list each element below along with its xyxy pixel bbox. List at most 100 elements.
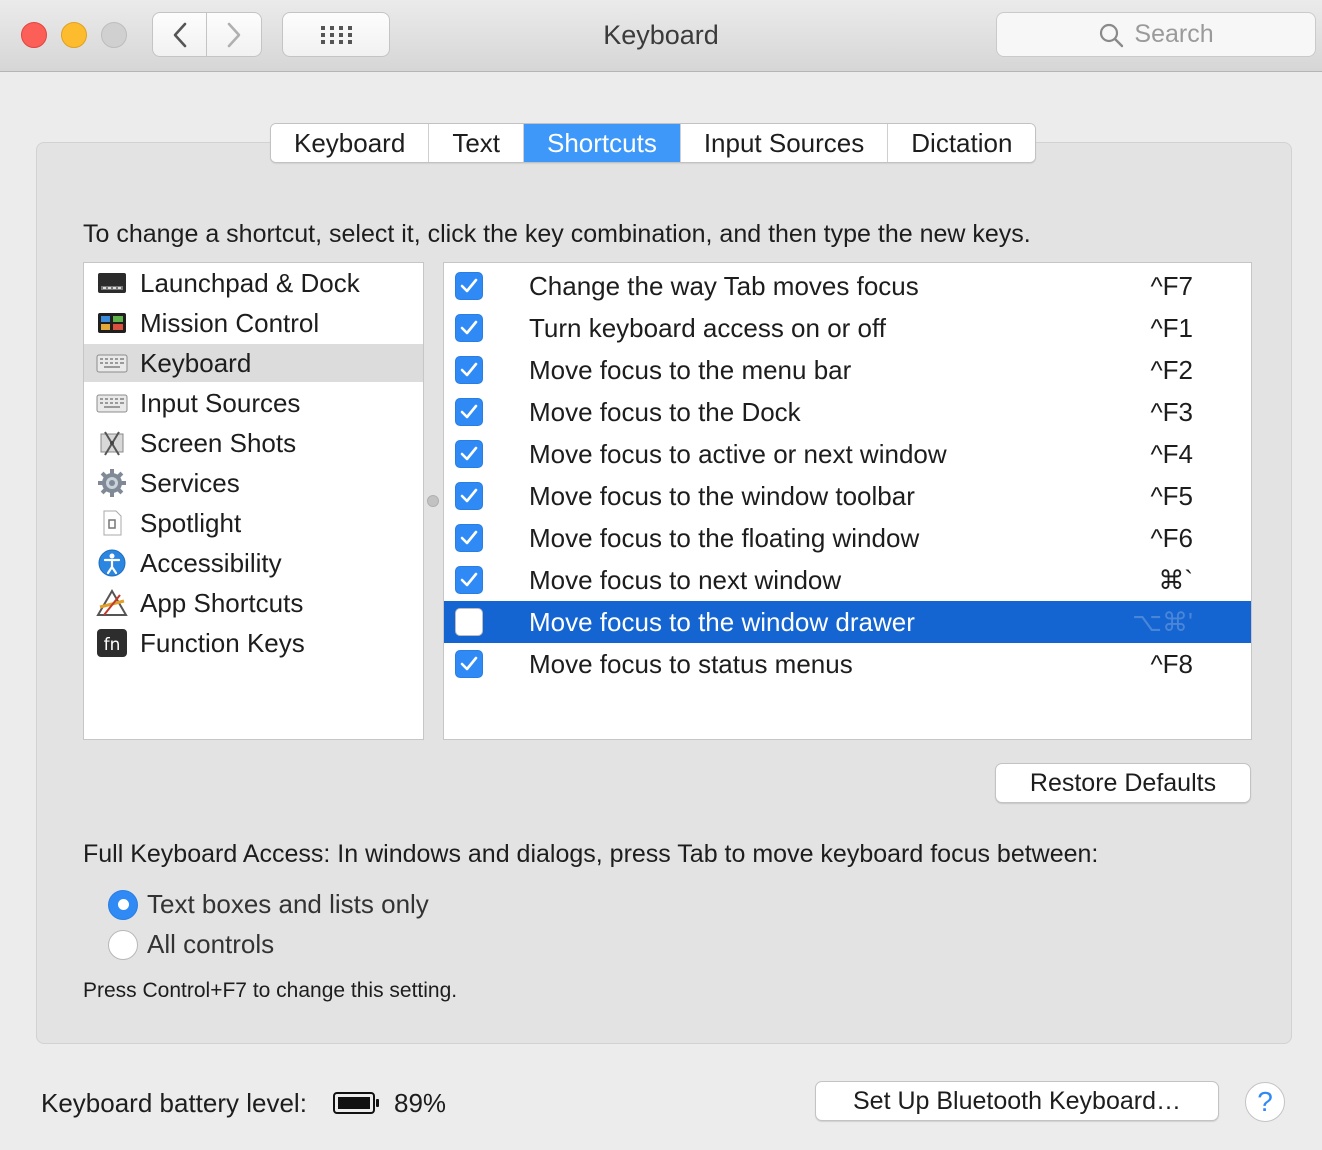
category-label: Services [140, 467, 240, 498]
shortcut-label: Move focus to the window drawer [529, 606, 915, 637]
category-label: Keyboard [140, 347, 252, 378]
search-icon [1100, 23, 1124, 47]
shortcut-list: Change the way Tab moves focus ^F7 Turn … [443, 262, 1252, 740]
radio-text-boxes-lists[interactable]: Text boxes and lists only [108, 889, 429, 920]
set-up-bluetooth-keyboard-button[interactable]: Set Up Bluetooth Keyboard… [815, 1081, 1219, 1121]
shortcut-row[interactable]: Change the way Tab moves focus ^F7 [444, 265, 1251, 307]
category-spotlight[interactable]: Spotlight [84, 504, 423, 542]
svg-text:fn: fn [104, 635, 121, 655]
shortcut-row[interactable]: Move focus to the Dock ^F3 [444, 391, 1251, 433]
tab-keyboard[interactable]: Keyboard [271, 124, 430, 162]
tab-shortcuts[interactable]: Shortcuts [524, 124, 681, 162]
category-label: Input Sources [140, 387, 301, 418]
help-button[interactable]: ? [1245, 1082, 1285, 1122]
search-field[interactable]: Search [996, 12, 1316, 57]
hint-text: Press Control+F7 to change this setting. [83, 979, 458, 1002]
tab-bar: Keyboard Text Shortcuts Input Sources Di… [270, 123, 1037, 163]
shortcut-checkbox[interactable] [455, 398, 483, 426]
category-label: Mission Control [140, 307, 320, 338]
shortcut-key[interactable]: ^F2 [1150, 355, 1193, 386]
split-view-handle[interactable] [427, 495, 439, 507]
shortcut-label: Change the way Tab moves focus [529, 270, 919, 301]
checkmark-icon [460, 446, 478, 461]
restore-defaults-button[interactable]: Restore Defaults [995, 763, 1251, 803]
checkmark-icon [460, 488, 478, 503]
shortcut-key[interactable]: ^F4 [1150, 439, 1193, 470]
category-keyboard[interactable]: Keyboard [84, 344, 423, 382]
category-list: Launchpad & Dock Mission Control Keyboar… [83, 262, 424, 740]
shortcut-row[interactable]: Move focus to the menu bar ^F2 [444, 349, 1251, 391]
category-app-shortcuts[interactable]: App Shortcuts [84, 584, 423, 622]
checkmark-icon [460, 362, 478, 377]
services-gear-icon [96, 468, 128, 498]
search-placeholder: Search [1134, 20, 1214, 48]
shortcut-checkbox[interactable] [455, 482, 483, 510]
category-label: App Shortcuts [140, 587, 304, 618]
shortcut-key[interactable]: ^F3 [1150, 397, 1193, 428]
radio-all-controls[interactable]: All controls [108, 929, 274, 960]
checkmark-icon [460, 320, 478, 335]
shortcut-key[interactable]: ^F8 [1150, 649, 1193, 680]
shortcut-row[interactable]: Move focus to active or next window ^F4 [444, 433, 1251, 475]
shortcut-key[interactable]: ^F5 [1150, 481, 1193, 512]
keyboard-icon [96, 348, 128, 378]
checkmark-icon [460, 278, 478, 293]
shortcut-checkbox[interactable] [455, 314, 483, 342]
shortcut-key[interactable]: ⌥⌘' [1132, 607, 1193, 638]
shortcut-row[interactable]: Move focus to next window ⌘` [444, 559, 1251, 601]
shortcut-label: Move focus to active or next window [529, 438, 947, 469]
category-services[interactable]: Services [84, 464, 423, 502]
tab-dictation[interactable]: Dictation [888, 124, 1036, 162]
shortcut-checkbox[interactable] [455, 608, 483, 636]
category-function-keys[interactable]: fn Function Keys [84, 624, 423, 662]
tab-text[interactable]: Text [429, 124, 524, 162]
input-sources-icon [96, 388, 128, 418]
spotlight-icon [96, 508, 128, 538]
shortcut-row[interactable]: Move focus to status menus ^F8 [444, 643, 1251, 685]
shortcut-label: Move focus to the floating window [529, 522, 920, 553]
category-input-sources[interactable]: Input Sources [84, 384, 423, 422]
category-label: Screen Shots [140, 427, 297, 458]
shortcut-checkbox[interactable] [455, 650, 483, 678]
shortcut-row[interactable]: Move focus to the floating window ^F6 [444, 517, 1251, 559]
tab-input-sources[interactable]: Input Sources [680, 124, 889, 162]
shortcut-checkbox[interactable] [455, 272, 483, 300]
radio-label: All controls [147, 929, 275, 959]
shortcut-label: Move focus to the menu bar [529, 354, 852, 385]
accessibility-icon [96, 548, 128, 578]
launchpad-dock-icon [96, 268, 128, 298]
shortcut-checkbox[interactable] [455, 440, 483, 468]
shortcut-checkbox[interactable] [455, 524, 483, 552]
battery-label: Keyboard battery level: [41, 1088, 307, 1118]
category-screen-shots[interactable]: Screen Shots [84, 424, 423, 462]
shortcut-key[interactable]: ^F6 [1150, 523, 1193, 554]
radio-button[interactable] [108, 929, 138, 960]
checkmark-icon [460, 404, 478, 419]
shortcut-key[interactable]: ^F7 [1150, 271, 1193, 302]
category-label: Spotlight [140, 507, 242, 538]
shortcut-key[interactable]: ^F1 [1150, 313, 1193, 344]
shortcut-key[interactable]: ⌘` [1158, 565, 1193, 596]
shortcut-label: Turn keyboard access on or off [529, 312, 886, 343]
checkmark-icon [460, 656, 478, 671]
full-keyboard-access-text: Full Keyboard Access: In windows and dia… [83, 840, 1099, 868]
category-mission-control[interactable]: Mission Control [84, 304, 423, 342]
shortcut-row[interactable]: Move focus to the window toolbar ^F5 [444, 475, 1251, 517]
radio-label: Text boxes and lists only [147, 889, 429, 919]
checkmark-icon [460, 572, 478, 587]
shortcut-label: Move focus to the window toolbar [529, 480, 915, 511]
shortcut-checkbox[interactable] [455, 566, 483, 594]
shortcut-label: Move focus to next window [529, 564, 842, 595]
radio-button[interactable] [108, 889, 138, 920]
category-label: Launchpad & Dock [140, 267, 360, 298]
category-label: Function Keys [140, 627, 305, 658]
shortcut-row-selected[interactable]: Move focus to the window drawer ⌥⌘' [444, 601, 1251, 643]
shortcut-checkbox[interactable] [455, 356, 483, 384]
category-label: Accessibility [140, 547, 282, 578]
mission-control-icon [96, 308, 128, 338]
category-launchpad-dock[interactable]: Launchpad & Dock [84, 264, 423, 302]
instruction-text: To change a shortcut, select it, click t… [83, 220, 1031, 248]
shortcut-row[interactable]: Turn keyboard access on or off ^F1 [444, 307, 1251, 349]
category-accessibility[interactable]: Accessibility [84, 544, 423, 582]
battery-level: 89% [394, 1088, 447, 1118]
